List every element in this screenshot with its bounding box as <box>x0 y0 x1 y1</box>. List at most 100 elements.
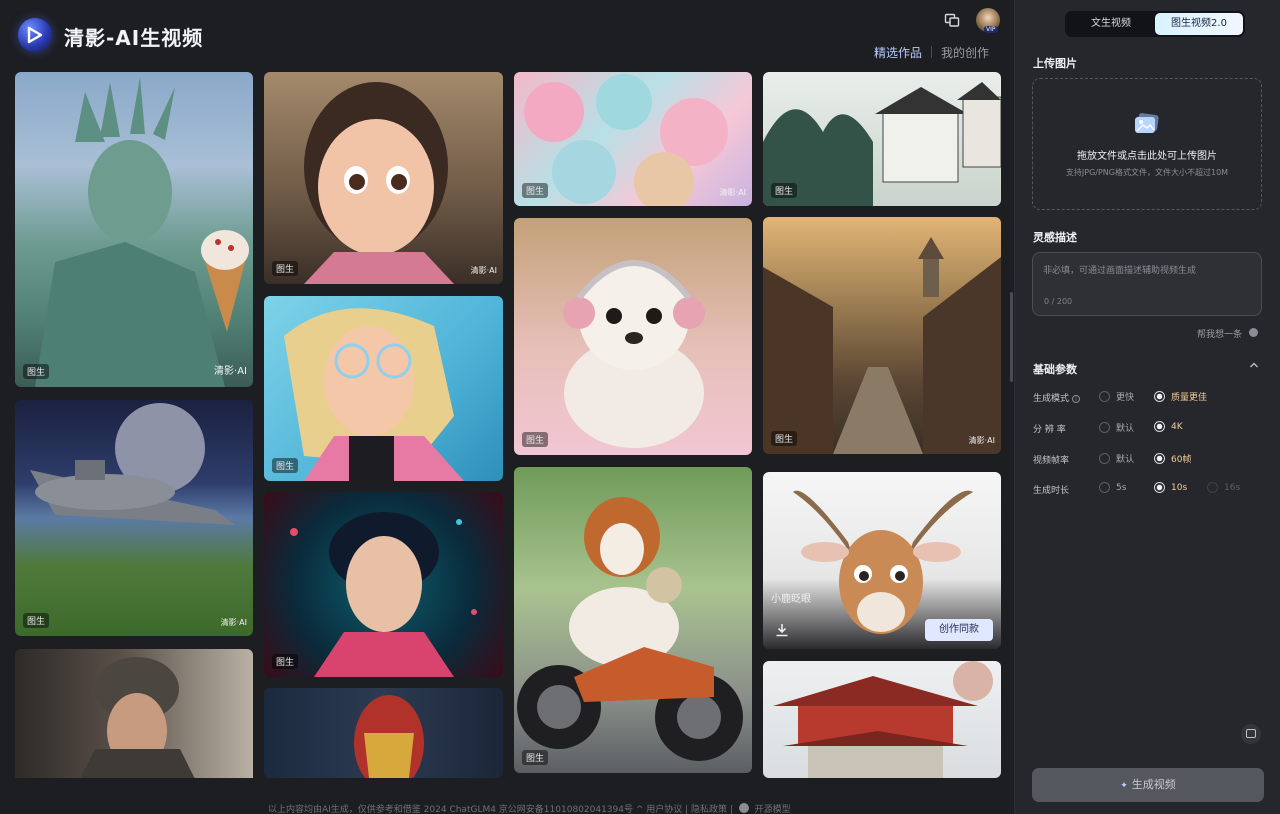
radio-checked-icon <box>1154 482 1165 493</box>
spaceship-image <box>30 403 235 525</box>
gallery-card[interactable] <box>763 661 1001 778</box>
radio-icon <box>1099 422 1110 433</box>
param-label: 分 辨 率 <box>1033 425 1066 435</box>
radio-icon <box>1099 391 1110 402</box>
gallery-card[interactable]: 图生 <box>264 492 503 677</box>
girl-image <box>304 82 454 284</box>
card-tag: 图生 <box>771 183 798 198</box>
card-tag: 图生 <box>522 183 549 198</box>
generate-video-button[interactable]: ✦ 生成视频 <box>1032 768 1264 802</box>
gallery-tabs: 精选作品 我的创作 <box>865 44 998 61</box>
app-title: 清影-AI生视频 <box>64 26 204 50</box>
settings-panel: 文生视频 图生视频2.0 上传图片 拖放文件或点击此处可上传图片 支持JPG/P… <box>1014 0 1280 814</box>
option-16s[interactable]: 16s <box>1207 482 1240 493</box>
github-icon[interactable] <box>738 803 749 813</box>
puppy-image <box>563 260 705 448</box>
param-label: 生成时长 <box>1033 486 1070 496</box>
footer-text: 以上内容均由AI生成，仅供参考和借鉴 2024 ChatGLM4 京公网安备11… <box>268 805 733 814</box>
download-icon[interactable] <box>773 621 791 639</box>
feedback-icon <box>1246 729 1256 738</box>
image-upload-icon <box>1135 113 1159 133</box>
woman-hat-image <box>80 657 195 778</box>
screen-switch-icon[interactable] <box>944 12 960 28</box>
gallery-card[interactable]: 图生 <box>264 296 503 481</box>
card-tag: 图生 <box>23 364 50 379</box>
card-watermark: 清影·AI <box>968 436 995 445</box>
help-me-think-button[interactable]: 帮我想一条 <box>1197 327 1242 340</box>
tab-image-to-video[interactable]: 图生视频2.0 <box>1155 13 1243 35</box>
card-watermark: 清影·AI <box>214 366 247 377</box>
radio-icon <box>1207 482 1218 493</box>
card-tag: 图生 <box>522 750 549 765</box>
gallery-grid: 图生 清影·AI 图生 清影·AI 图生 清影·AI 图生 图生 图生 清影·A… <box>15 72 1005 778</box>
option-10s[interactable]: 10s <box>1154 482 1187 493</box>
gallery-card[interactable]: 图生 <box>514 467 752 773</box>
mode-switch: 文生视频 图生视频2.0 <box>1065 11 1245 37</box>
option-60fps[interactable]: 60帧 <box>1154 452 1191 465</box>
tab-my-creations[interactable]: 我的创作 <box>932 44 998 61</box>
desc-title: 灵感描述 <box>1033 231 1077 244</box>
footer: 以上内容均由AI生成，仅供参考和借鉴 2024 ChatGLM4 京公网安备11… <box>268 802 791 814</box>
card-tag: 图生 <box>771 431 798 446</box>
dice-icon[interactable] <box>1249 328 1258 337</box>
card-watermark: 清影·AI <box>719 188 746 197</box>
gallery-card[interactable]: 图生 清影·AI <box>264 72 503 284</box>
option-default-framerate[interactable]: 默认 <box>1099 452 1134 465</box>
radio-icon <box>1099 453 1110 464</box>
radio-checked-icon <box>1154 453 1165 464</box>
gallery-card[interactable]: 小鹿眨眼 创作同款 <box>763 472 1001 649</box>
medieval-street-image <box>763 237 1001 454</box>
card-tag: 图生 <box>522 432 549 447</box>
gallery-card[interactable]: 图生 <box>514 218 752 455</box>
card-watermark: 清影·AI <box>220 618 247 627</box>
temple-image <box>773 661 993 778</box>
gallery-card[interactable]: 图生 清影·AI <box>763 217 1001 454</box>
desc-input[interactable] <box>1043 263 1253 289</box>
app-logo-icon[interactable] <box>18 18 52 52</box>
gallery-scrollbar[interactable] <box>1010 292 1013 382</box>
radio-checked-icon <box>1154 391 1165 402</box>
gallery-card[interactable]: 图生 清影·AI <box>514 72 752 206</box>
upload-dropzone[interactable]: 拖放文件或点击此处可上传图片 支持JPG/PNG格式文件，文件大小不超过10M <box>1032 78 1262 210</box>
gallery-card[interactable] <box>264 688 503 778</box>
radio-icon <box>1099 482 1110 493</box>
vip-badge: VIP <box>984 26 998 33</box>
tab-featured[interactable]: 精选作品 <box>865 44 931 61</box>
statue-image <box>35 77 249 387</box>
card-watermark: 清影·AI <box>470 266 497 275</box>
gallery-card[interactable]: 图生 <box>763 72 1001 206</box>
upload-main-text: 拖放文件或点击此处可上传图片 <box>1077 151 1217 162</box>
gallery-card[interactable]: 图生 清影·AI <box>15 72 253 387</box>
open-source-link[interactable]: 开源模型 <box>755 805 791 814</box>
option-4k[interactable]: 4K <box>1154 421 1183 432</box>
ironman-image <box>354 695 424 778</box>
header: 清影-AI生视频 VIP 精选作品 我的创作 <box>0 0 1014 72</box>
param-label: 生成模式 i <box>1033 391 1103 404</box>
info-icon[interactable]: i <box>1072 395 1081 403</box>
option-quality[interactable]: 质量更佳 <box>1154 390 1207 403</box>
feedback-button[interactable] <box>1241 724 1261 744</box>
card-tag: 图生 <box>272 261 299 276</box>
chinese-girl-image <box>290 512 477 677</box>
tab-text-to-video[interactable]: 文生视频 <box>1067 13 1155 35</box>
card-tag: 图生 <box>23 613 50 628</box>
option-default-resolution[interactable]: 默认 <box>1099 421 1134 434</box>
card-title: 小鹿眨眼 <box>771 594 811 605</box>
upload-hint: 支持JPG/PNG格式文件，文件大小不超过10M <box>1065 168 1229 177</box>
radio-checked-icon <box>1154 421 1165 432</box>
chevron-up-icon[interactable] <box>1249 360 1259 370</box>
blonde-image <box>284 308 464 481</box>
ink-village-image <box>763 82 1001 206</box>
card-tag: 图生 <box>272 458 299 473</box>
option-faster[interactable]: 更快 <box>1099 390 1134 403</box>
desc-box: 0 / 200 <box>1032 252 1262 316</box>
gallery-card[interactable] <box>15 649 253 778</box>
params-title: 基础参数 <box>1033 363 1077 376</box>
gallery-card[interactable]: 图生 清影·AI <box>15 400 253 636</box>
param-label: 视频帧率 <box>1033 456 1070 466</box>
char-count: 0 / 200 <box>1044 297 1073 306</box>
upload-title: 上传图片 <box>1033 57 1077 70</box>
fluff-image <box>524 74 728 206</box>
create-same-button[interactable]: 创作同款 <box>925 619 993 641</box>
option-5s[interactable]: 5s <box>1099 482 1126 493</box>
